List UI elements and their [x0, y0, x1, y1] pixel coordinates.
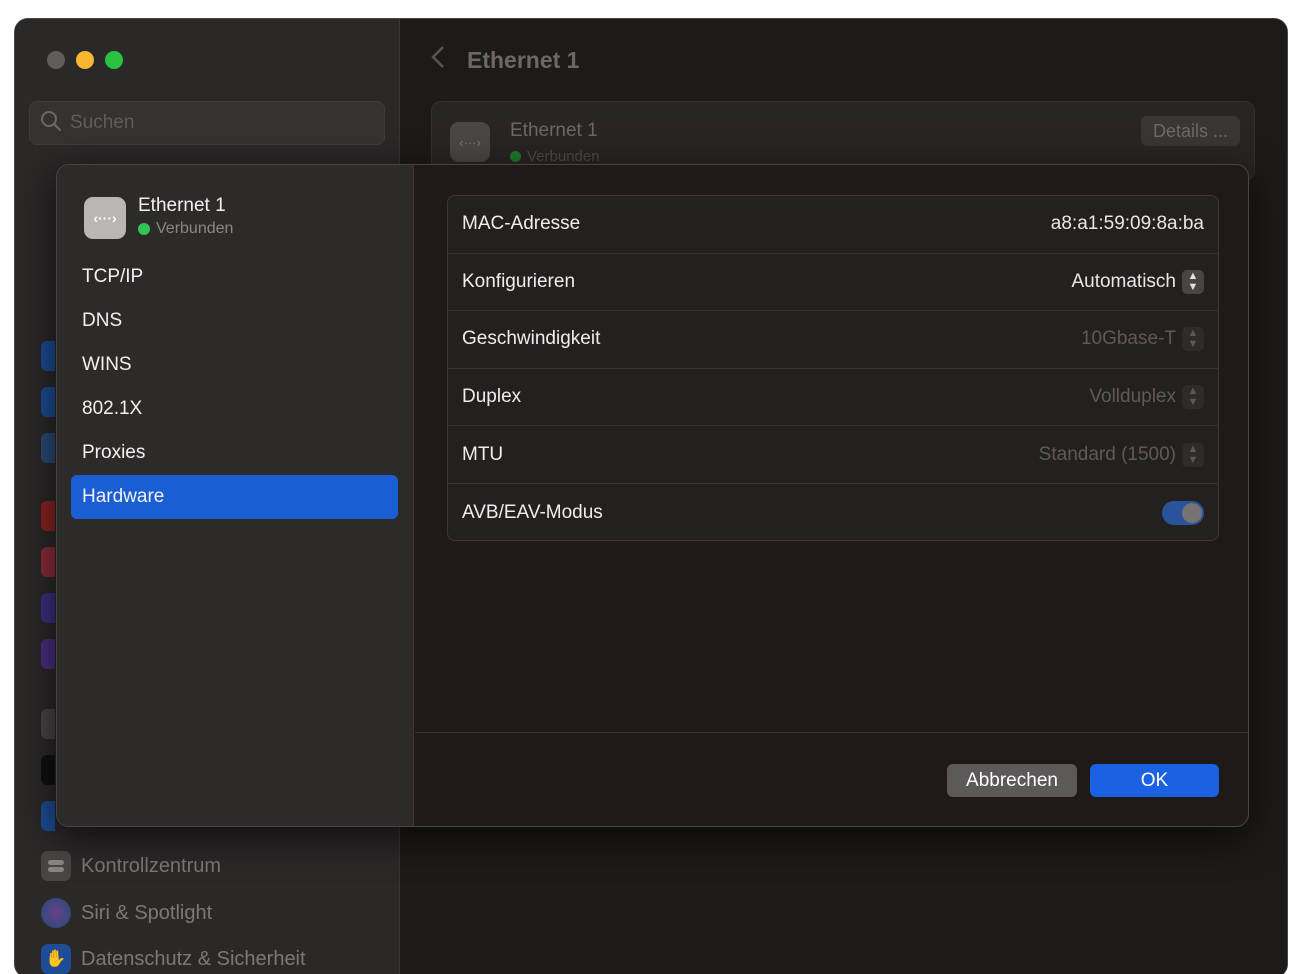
property-row-mtu: MTU Standard (1500) ▲ ▼ [448, 426, 1218, 484]
property-label: MTU [462, 443, 504, 465]
close-window-button[interactable] [47, 51, 65, 69]
sidebar-icon-partial [41, 709, 55, 739]
network-details-sheet: ‹···› Ethernet 1 Verbunden TCP/IP DNS WI… [56, 164, 1249, 827]
up-down-chevron-icon: ▲ ▼ [1182, 269, 1204, 294]
footer-divider [415, 732, 1248, 733]
hand-icon: ✋ [41, 944, 71, 974]
up-down-chevron-icon: ▲ ▼ [1182, 385, 1204, 410]
sheet-content: MAC-Adresse a8:a1:59:09:8a:ba Konfigurie… [415, 165, 1248, 826]
sidebar-icon-partial [41, 755, 55, 785]
minimize-window-button[interactable] [76, 51, 94, 69]
sidebar-icon-partial [41, 387, 55, 417]
configure-select[interactable]: Automatisch ▲ ▼ [1071, 269, 1204, 294]
property-label: AVB/EAV-Modus [462, 501, 603, 523]
interface-status: Verbunden [138, 220, 233, 238]
sidebar-icon-partial [41, 801, 55, 831]
speed-value: 10Gbase-T [1080, 328, 1176, 350]
avb-toggle[interactable] [1162, 500, 1204, 525]
duplex-value: Vollduplex [1089, 386, 1176, 408]
sheet-sidebar: ‹···› Ethernet 1 Verbunden TCP/IP DNS WI… [57, 165, 414, 826]
up-down-chevron-icon: ▲ ▼ [1182, 442, 1204, 467]
status-label: Verbunden [527, 148, 600, 165]
property-row-mac: MAC-Adresse a8:a1:59:09:8a:ba [448, 196, 1218, 254]
sidebar-item-label: Siri & Spotlight [81, 901, 213, 924]
tab-tcpip[interactable]: TCP/IP [71, 255, 398, 299]
property-label: Geschwindigkeit [462, 328, 601, 350]
sidebar-icon-partial [41, 433, 55, 463]
property-row-speed: Geschwindigkeit 10Gbase-T ▲ ▼ [448, 311, 1218, 369]
property-row-configure: Konfigurieren Automatisch ▲ ▼ [448, 254, 1218, 312]
property-label: MAC-Adresse [462, 213, 581, 235]
tab-dns[interactable]: DNS [71, 299, 398, 343]
tab-8021x[interactable]: 802.1X [71, 387, 398, 431]
property-label: Konfigurieren [462, 270, 576, 292]
sidebar-icon-partial [41, 547, 55, 577]
back-chevron-icon[interactable] [431, 45, 445, 75]
window-controls [47, 51, 123, 69]
sidebar-icon-partial [41, 639, 55, 669]
tab-hardware[interactable]: Hardware [71, 475, 398, 519]
settings-search[interactable] [29, 101, 385, 145]
mtu-select: Standard (1500) ▲ ▼ [1038, 442, 1204, 467]
configure-value: Automatisch [1071, 270, 1176, 292]
details-button[interactable]: Details ... [1140, 116, 1240, 146]
sidebar-icon-partial [41, 501, 55, 531]
duplex-select: Vollduplex ▲ ▼ [1089, 385, 1204, 410]
sidebar-item-siri-spotlight[interactable]: Siri & Spotlight [41, 898, 212, 928]
property-label: Duplex [462, 386, 522, 408]
sidebar-item-label: Kontrollzentrum [81, 854, 222, 877]
sidebar-icon-partial [41, 593, 55, 623]
search-input[interactable] [70, 112, 370, 134]
sidebar-icon-partial [41, 341, 55, 371]
tab-wins[interactable]: WINS [71, 343, 398, 387]
control-center-icon [41, 851, 71, 881]
speed-select: 10Gbase-T ▲ ▼ [1080, 327, 1204, 352]
status-dot-icon [510, 151, 521, 162]
status-label: Verbunden [156, 220, 234, 237]
property-row-duplex: Duplex Vollduplex ▲ ▼ [448, 369, 1218, 427]
interface-name: Ethernet 1 [138, 195, 226, 216]
sidebar-item-privacy-security[interactable]: ✋ Datenschutz & Sicherheit [41, 944, 306, 974]
maximize-window-button[interactable] [105, 51, 123, 69]
mtu-value: Standard (1500) [1038, 443, 1176, 465]
siri-icon [41, 898, 71, 928]
interface-status: Verbunden [510, 148, 600, 165]
page-title: Ethernet 1 [467, 46, 580, 73]
hardware-properties: MAC-Adresse a8:a1:59:09:8a:ba Konfigurie… [447, 195, 1219, 541]
ok-button[interactable]: OK [1090, 764, 1219, 797]
status-dot-icon [138, 223, 150, 235]
cancel-button[interactable]: Abbrechen [947, 764, 1077, 797]
sidebar-item-control-center[interactable]: Kontrollzentrum [41, 851, 221, 881]
ethernet-icon: ‹···› [84, 197, 126, 239]
page-header: Ethernet 1 [431, 45, 579, 75]
search-icon [40, 110, 62, 137]
settings-window: Kontrollzentrum Siri & Spotlight ✋ Daten… [14, 18, 1288, 974]
sidebar-item-label: Datenschutz & Sicherheit [81, 947, 306, 970]
interface-header: ‹···› Ethernet 1 Verbunden [84, 195, 233, 239]
interface-name: Ethernet 1 [510, 120, 598, 141]
mac-address-value: a8:a1:59:09:8a:ba [1050, 213, 1204, 235]
tab-proxies[interactable]: Proxies [71, 431, 398, 475]
sheet-tabs: TCP/IP DNS WINS 802.1X Proxies Hardware [71, 255, 398, 519]
ethernet-icon: ‹···› [450, 122, 490, 162]
up-down-chevron-icon: ▲ ▼ [1182, 327, 1204, 352]
property-row-avb: AVB/EAV-Modus [448, 484, 1218, 542]
